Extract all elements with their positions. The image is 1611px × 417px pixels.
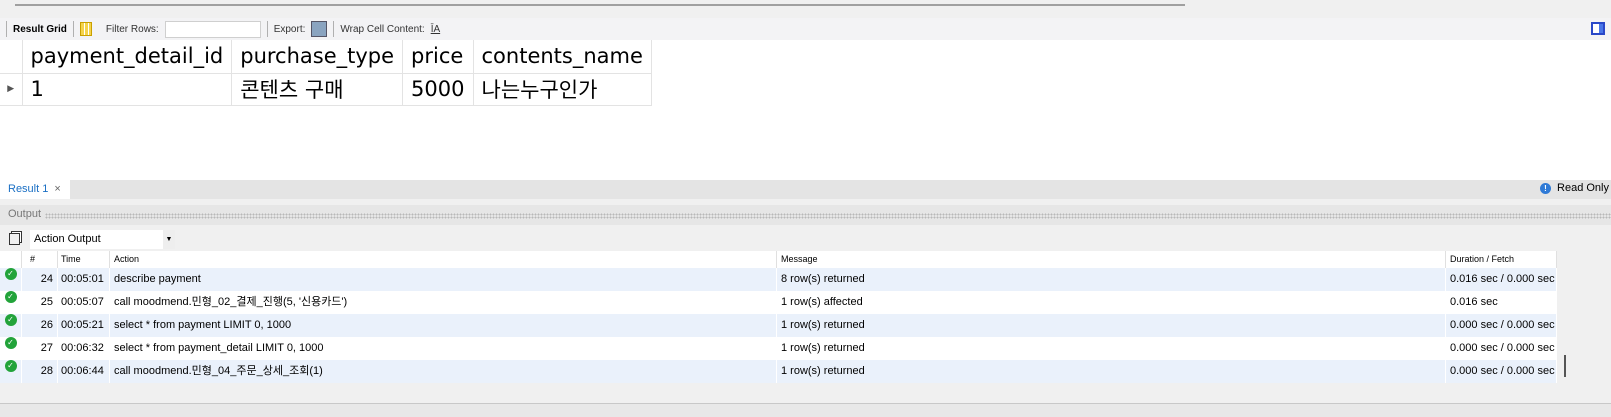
drag-handle[interactable] (45, 213, 1611, 219)
output-cell: select * from payment LIMIT 0, 1000 (110, 314, 777, 337)
column-header[interactable]: Message (777, 251, 1446, 268)
close-icon[interactable]: × (54, 183, 60, 195)
divider (15, 4, 1185, 6)
filter-rows-input[interactable] (164, 20, 261, 38)
output-cell: 00:06:32 (58, 337, 110, 360)
column-header[interactable]: contents_name (473, 40, 652, 74)
row-pointer-icon: ▶ (0, 73, 23, 106)
result-toolbar: Result Grid Filter Rows: Export: Wrap Ce… (0, 18, 1611, 40)
output-cell: 27 (22, 337, 58, 360)
scrollbar-thumb[interactable] (1564, 355, 1566, 377)
output-row[interactable]: ✓ 28 00:06:44 call moodmend.민형_04_주문_상세_조회(… (0, 360, 1557, 383)
action-output-table: # Time Action Message Duration / Fetch ✓… (0, 251, 1557, 383)
grid-cell[interactable]: 콘텐츠 구매 (231, 73, 404, 106)
column-header[interactable]: price (402, 40, 474, 74)
output-cell: 0.000 sec / 0.000 sec (1446, 360, 1557, 383)
output-cell: 1 row(s) returned (777, 337, 1446, 360)
column-header[interactable]: payment_detail_id (22, 40, 233, 74)
status-bar (0, 403, 1611, 417)
column-header[interactable]: purchase_type (231, 40, 404, 74)
output-cell: 1 row(s) affected (777, 291, 1446, 314)
separator (333, 21, 335, 37)
output-cell: call moodmend.민형_02_결제_진행(5, '신용카드') (110, 291, 777, 314)
output-cell: call moodmend.민형_04_주문_상세_조회(1) (110, 360, 777, 383)
success-icon: ✓ (4, 314, 17, 326)
filter-rows-label: Filter Rows: (105, 23, 159, 35)
row-header-corner (0, 40, 23, 74)
output-cell: 25 (22, 291, 58, 314)
info-icon: ! (1540, 182, 1552, 194)
grid-cell[interactable]: 5000 (402, 73, 474, 106)
output-cell: 24 (22, 268, 58, 291)
output-cell: 0.016 sec / 0.000 sec (1446, 268, 1557, 291)
separator (72, 21, 74, 37)
output-type-select[interactable]: Action Output ▼ (30, 230, 175, 249)
output-row[interactable]: ✓ 27 00:06:32 select * from payment_detail … (0, 337, 1557, 360)
wrap-cell-label: Wrap Cell Content: (340, 23, 425, 35)
output-cell: 1 row(s) returned (777, 360, 1446, 383)
output-type-value: Action Output (34, 233, 101, 245)
grid-cell[interactable]: 나는누구인가 (473, 73, 652, 106)
output-cell: 0.000 sec / 0.000 sec (1446, 314, 1557, 337)
output-cell: 00:05:21 (58, 314, 110, 337)
output-cell: 1 row(s) returned (777, 314, 1446, 337)
result-tab-bar (0, 180, 1611, 199)
output-row[interactable]: ✓ 25 00:05:07 call moodmend.민형_02_결제_진행(5, … (0, 291, 1557, 314)
tab-result-1[interactable]: Result 1 × (0, 180, 70, 199)
tab-label: Result 1 (8, 183, 49, 195)
output-cell: 00:06:44 (58, 360, 110, 383)
output-cell: 00:05:01 (58, 268, 110, 291)
separator (266, 21, 268, 37)
copy-icon[interactable] (9, 233, 20, 245)
output-cell: 00:05:07 (58, 291, 110, 314)
column-header[interactable]: Action (110, 251, 777, 268)
result-grid-label: Result Grid (13, 23, 67, 35)
toggle-panel-icon[interactable] (1591, 22, 1605, 35)
success-icon: ✓ (4, 291, 17, 303)
column-header[interactable]: Time (58, 251, 110, 268)
grid-row[interactable]: ▶ 1 콘텐츠 구매 5000 나는누구인가 (0, 73, 652, 106)
separator (6, 21, 7, 37)
output-row[interactable]: ✓ 26 00:05:21 select * from payment LIMIT 0… (0, 314, 1557, 337)
grid-view-icon[interactable] (79, 22, 92, 36)
output-cell: 8 row(s) returned (777, 268, 1446, 291)
output-title: Output (8, 208, 42, 220)
output-cell: 0.000 sec / 0.000 sec (1446, 337, 1557, 360)
column-header[interactable]: Duration / Fetch (1446, 251, 1557, 268)
success-icon: ✓ (4, 360, 17, 372)
output-cell: 26 (22, 314, 58, 337)
output-panel-header: Output (0, 205, 1611, 225)
read-only-indicator: ! Read Only (1540, 182, 1611, 194)
output-row[interactable]: ✓ 24 00:05:01 describe payment 8 row(s) retu… (0, 268, 1557, 291)
grid-cell[interactable]: 1 (22, 73, 233, 106)
success-icon: ✓ (4, 268, 17, 280)
read-only-label: Read Only (1557, 182, 1609, 194)
success-icon: ✓ (4, 337, 17, 349)
result-grid: payment_detail_id purchase_type price co… (0, 40, 1611, 180)
output-cell: 28 (22, 360, 58, 383)
output-scrollbar[interactable] (1557, 251, 1569, 386)
grid-header-row: payment_detail_id purchase_type price co… (0, 40, 652, 74)
output-cell: 0.016 sec (1446, 291, 1557, 314)
export-label: Export: (273, 23, 306, 35)
output-header-row: # Time Action Message Duration / Fetch (0, 251, 1557, 268)
output-cell: select * from payment_detail LIMIT 0, 10… (110, 337, 777, 360)
chevron-down-icon: ▼ (163, 230, 175, 249)
output-cell: describe payment (110, 268, 777, 291)
wrap-cell-icon[interactable]: ĪA (431, 24, 440, 35)
column-header[interactable]: # (22, 251, 58, 268)
export-icon[interactable] (311, 21, 328, 37)
